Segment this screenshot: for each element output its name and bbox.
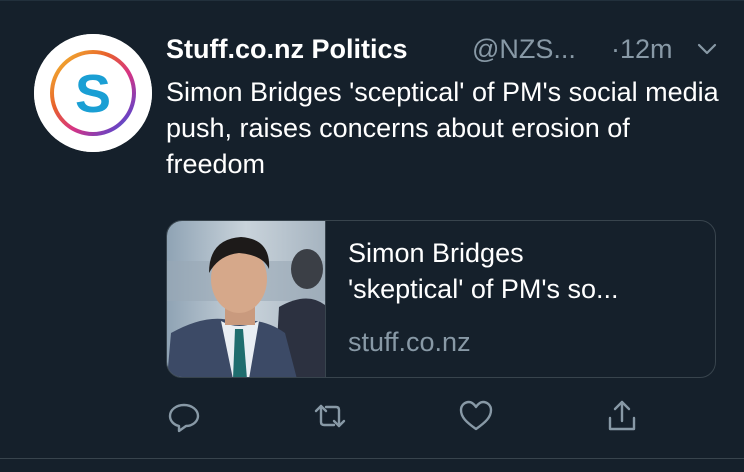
tweet-header: Stuff.co.nz Politics @NZS... · 12m [166, 28, 726, 70]
reply-icon[interactable] [166, 398, 202, 434]
timestamp[interactable]: 12m [620, 28, 673, 70]
chevron-down-icon[interactable] [696, 39, 718, 59]
bottom-divider [0, 458, 744, 459]
like-icon[interactable] [458, 398, 494, 434]
tweet-actions [166, 398, 646, 434]
top-divider [0, 0, 744, 1]
retweet-icon[interactable] [312, 398, 348, 434]
share-icon[interactable] [604, 398, 640, 434]
handle[interactable]: @NZS... [472, 28, 576, 70]
display-name[interactable]: Stuff.co.nz Politics [166, 28, 408, 70]
separator-dot: · [611, 34, 620, 64]
card-title: Simon Bridges 'skeptical' of PM's so... [348, 238, 619, 304]
link-card[interactable]: Simon Bridges 'skeptical' of PM's so... … [166, 220, 716, 378]
card-domain: stuff.co.nz [348, 327, 471, 357]
card-image [167, 221, 325, 377]
avatar-letter: S [75, 64, 111, 124]
card-divider [325, 221, 326, 377]
tweet[interactable]: S Stuff.co.nz Politics @NZS... · 12m Sim… [0, 0, 744, 472]
tweet-text: Simon Bridges 'sceptical' of PM's social… [166, 77, 719, 179]
avatar[interactable]: S [34, 34, 152, 152]
